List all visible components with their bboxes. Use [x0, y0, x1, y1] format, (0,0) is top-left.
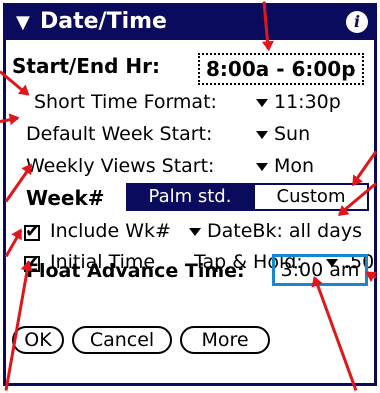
short-time-format-value: 11:30p: [274, 91, 341, 113]
short-time-format-dropdown[interactable]: 11:30p: [256, 91, 341, 113]
info-icon[interactable]: i: [346, 11, 368, 33]
cancel-button[interactable]: Cancel: [72, 326, 172, 354]
weekly-views-start-value: Mon: [274, 155, 315, 177]
weekly-views-start-dropdown[interactable]: Mon: [256, 155, 314, 177]
start-end-label: Start/End Hr:: [12, 54, 160, 78]
title-bar: ▼ Date/Time i: [6, 6, 374, 40]
include-wk-checkbox[interactable]: [24, 221, 40, 242]
include-wk-dropdown[interactable]: DateBk: all days: [189, 220, 362, 242]
ok-button[interactable]: OK: [12, 326, 64, 354]
default-week-start-label: Default Week Start:: [26, 123, 213, 145]
short-time-format-label: Short Time Format:: [34, 91, 217, 113]
dialog-title: Date/Time: [40, 9, 167, 34]
dropdown-arrow-icon: [256, 162, 268, 171]
week-custom-option[interactable]: Custom: [253, 183, 369, 211]
week-palm-std-option[interactable]: Palm std.: [126, 183, 254, 211]
dropdown-arrow-icon: [256, 130, 268, 139]
menu-triangle-icon[interactable]: ▼: [16, 12, 30, 33]
date-time-dialog: ▼ Date/Time i Start/End Hr: 8:00a - 6:00…: [3, 3, 377, 386]
include-wk-label: Include Wk#: [50, 220, 171, 242]
more-button[interactable]: More: [180, 326, 270, 354]
default-week-start-dropdown[interactable]: Sun: [256, 123, 310, 145]
week-number-label: Week#: [26, 186, 105, 210]
weekly-views-start-label: Weekly Views Start:: [26, 155, 215, 177]
dropdown-arrow-icon: [189, 227, 201, 236]
float-advance-label: Float Advance Time:: [26, 260, 245, 282]
dropdown-arrow-icon: [256, 98, 268, 107]
default-week-start-value: Sun: [274, 123, 311, 145]
start-end-hours-field[interactable]: 8:00a - 6:00p: [198, 53, 364, 85]
include-wk-value: DateBk: all days: [207, 220, 362, 242]
annotation-arrow: [366, 271, 377, 279]
